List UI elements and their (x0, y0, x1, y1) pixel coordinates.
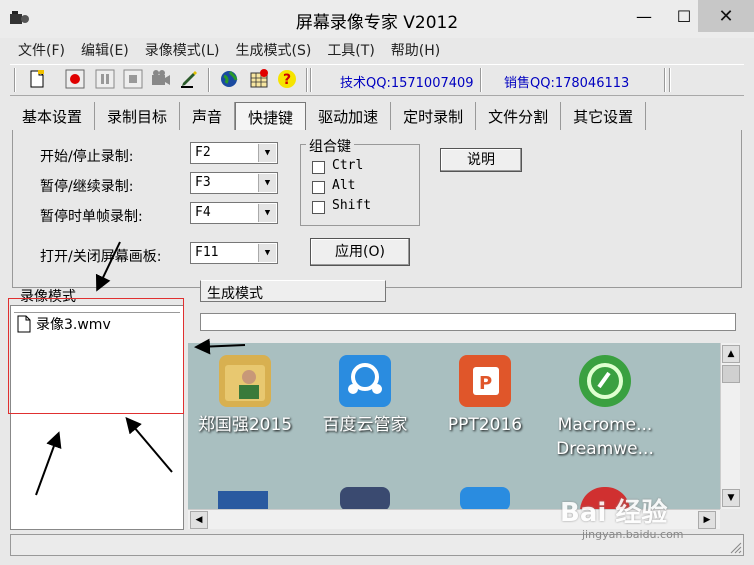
annotation-arrows (35, 241, 246, 496)
baidu-watermark-url: jingyan.baidu.com (582, 528, 684, 541)
arrow-to-list (125, 416, 173, 473)
arrow-to-list (194, 338, 246, 355)
baidu-watermark: Bai 经验 (560, 498, 668, 528)
arrow-to-record-mode (95, 241, 121, 292)
arrow-to-list (35, 431, 62, 496)
